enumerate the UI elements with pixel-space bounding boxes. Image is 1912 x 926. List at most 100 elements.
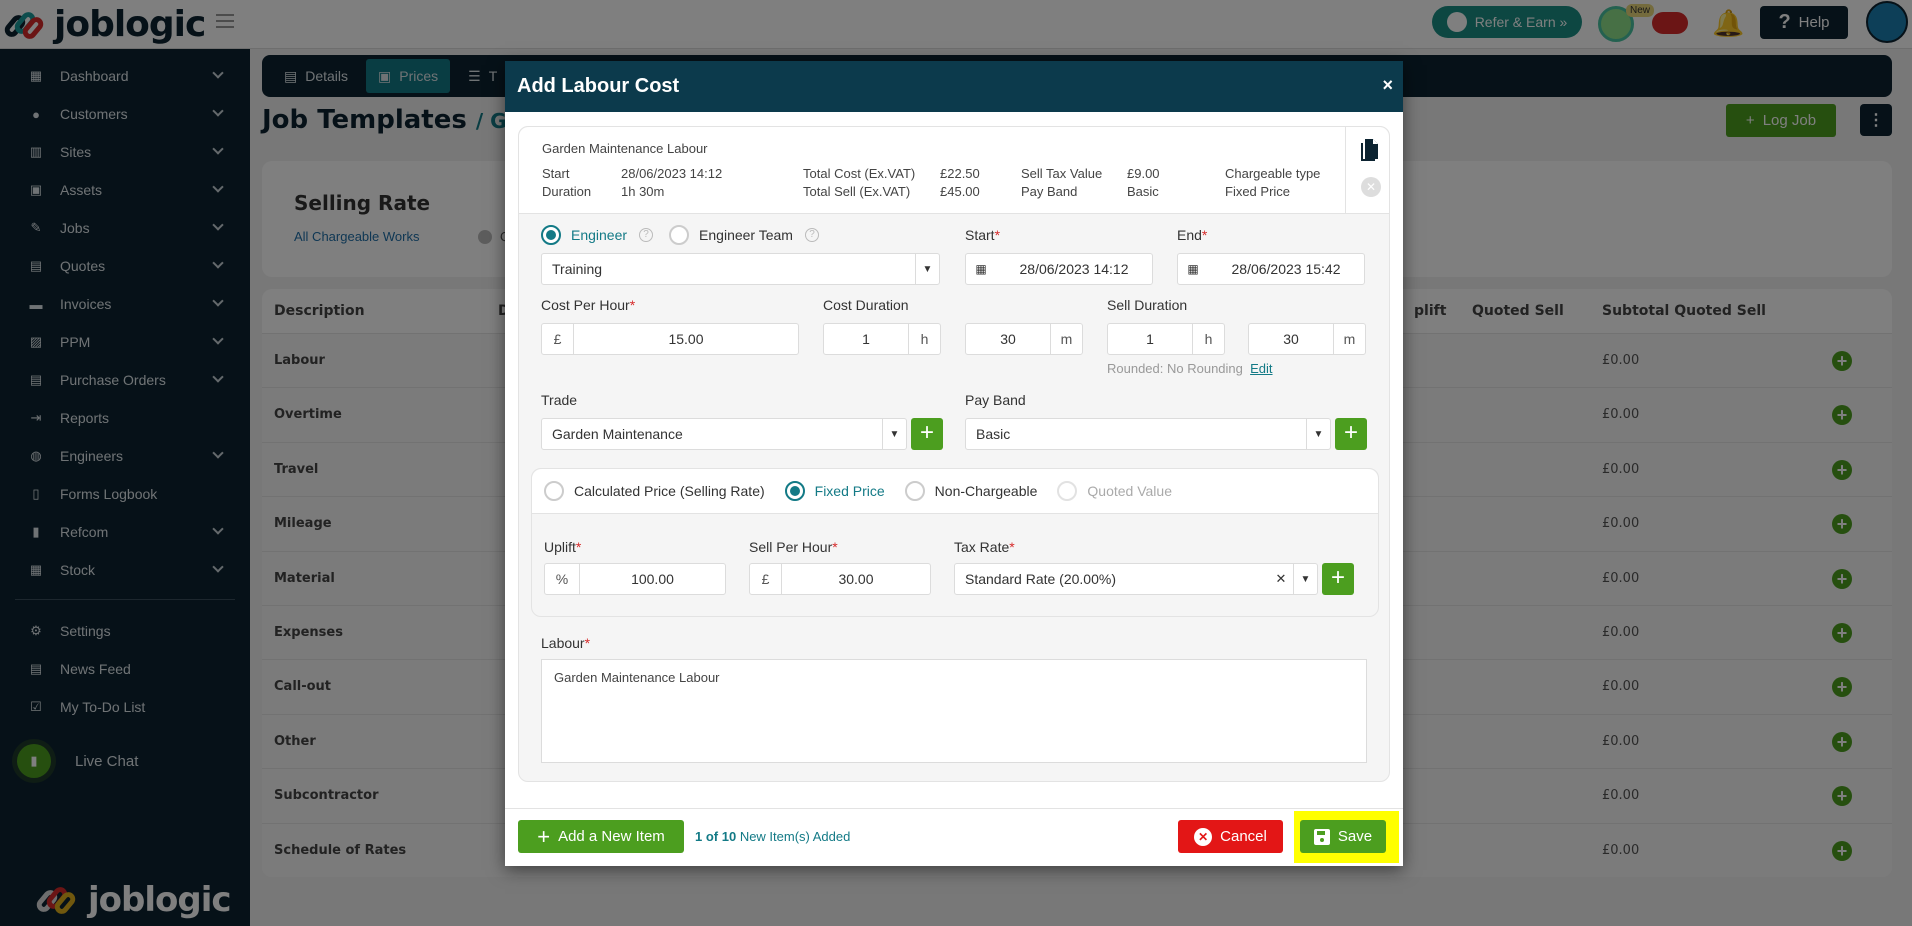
modal-footer: + Add a New Item 1 of 10 New Item(s) Add… [505,808,1403,866]
minutes-suffix: m [1333,324,1365,354]
end-label-text: End [1177,227,1202,243]
cost-minutes-value: 30 [1000,331,1016,347]
summary-total-sell-value: £45.00 [940,184,980,199]
trade-label: Trade [541,392,578,408]
chevron-down-icon: ▼ [1293,564,1317,594]
assign-type-radios: Engineer? Engineer Team? [541,225,819,245]
summary-duration-value: 1h 30m [621,184,665,199]
tax-rate-label: Tax Rate* [954,539,1015,555]
summary-duration-label: Duration [542,184,592,199]
pay-band-label: Pay Band [965,392,1026,408]
cost-per-hour-value: 15.00 [668,331,704,347]
add-new-item-label: Add a New Item [558,828,665,845]
close-icon[interactable]: × [1382,75,1393,96]
clear-icon[interactable]: ✕ [1269,571,1293,587]
chevron-down-icon: ▼ [915,254,939,284]
end-label: End* [1177,227,1208,243]
pricing-section: Calculated Price (Selling Rate) Fixed Pr… [531,468,1379,617]
items-added-status: 1 of 10 New Item(s) Added [695,829,850,844]
engineer-select-value: Training [552,261,603,277]
pricing-radio-group: Calculated Price (Selling Rate) Fixed Pr… [544,481,1172,501]
end-datetime-value: 28/06/2023 15:42 [1231,261,1341,277]
sell-hours-value: 1 [1146,331,1154,347]
summary-pay-band-label: Pay Band [1021,184,1078,199]
start-label-text: Start [965,227,995,243]
hours-suffix: h [1192,324,1224,354]
summary-chargeable-type-label: Chargeable type [1225,166,1321,181]
engineer-radio[interactable] [541,225,561,245]
start-label: Start* [965,227,1001,243]
add-tax-rate-button[interactable]: + [1322,563,1354,595]
add-new-item-button[interactable]: + Add a New Item [518,820,684,853]
sell-minutes-value: 30 [1283,331,1299,347]
cancel-button[interactable]: ✕ Cancel [1178,820,1283,853]
summary-name: Garden Maintenance Labour [542,141,708,156]
sell-per-hour-value: 30.00 [838,571,874,587]
sell-duration-label: Sell Duration [1107,297,1188,313]
rounding-info: Rounded: No Rounding Edit [1107,361,1273,376]
help-icon[interactable]: ? [639,228,654,242]
sell-per-hour-label: Sell Per Hour* [749,539,838,555]
sell-per-hour-input[interactable]: £ 30.00 [749,563,931,595]
summary-start-label: Start [542,166,570,181]
percent-prefix: % [545,564,580,594]
remove-icon[interactable]: ✕ [1361,177,1381,197]
help-icon[interactable]: ? [804,228,819,242]
end-datetime-input[interactable]: ▦ 28/06/2023 15:42 [1177,253,1365,285]
calendar-icon: ▦ [975,262,987,276]
cost-duration-label: Cost Duration [823,297,909,313]
edit-rounding-link[interactable]: Edit [1250,361,1272,376]
sell-duration-hours-input[interactable]: 1 h [1107,323,1225,355]
modal-title: Add Labour Cost [517,75,680,97]
fixed-price-radio[interactable] [784,481,805,501]
summary-sell-tax-label: Sell Tax Value [1021,166,1103,181]
calculated-price-radio[interactable] [544,481,564,501]
labour-summary: Garden Maintenance Labour Start 28/06/20… [519,127,1389,214]
start-datetime-value: 28/06/2023 14:12 [1019,261,1129,277]
tax-rate-value: Standard Rate (20.00%) [965,571,1116,587]
engineer-team-radio[interactable] [669,225,690,245]
uplift-input[interactable]: % 100.00 [544,563,726,595]
sell-duration-minutes-input[interactable]: 30 m [1248,323,1366,355]
start-datetime-input[interactable]: ▦ 28/06/2023 14:12 [965,253,1153,285]
pay-band-select[interactable]: Basic ▼ [965,418,1331,450]
cancel-label: Cancel [1220,828,1267,845]
trade-select[interactable]: Garden Maintenance ▼ [541,418,907,450]
cancel-circle-icon: ✕ [1194,827,1213,846]
cost-per-hour-input[interactable]: £ 15.00 [541,323,799,355]
quoted-value-radio[interactable] [1057,481,1078,501]
labour-label: Labour* [541,635,591,651]
pricing-type-radios: Calculated Price (Selling Rate) Fixed Pr… [532,469,1378,514]
engineer-select[interactable]: Training ▼ [541,253,940,285]
quoted-value-label: Quoted Value [1087,483,1172,499]
non-chargeable-radio[interactable] [904,481,925,501]
engineer-radio-label: Engineer [571,227,628,243]
save-button[interactable]: Save [1300,820,1386,853]
rounding-text: Rounded: No Rounding [1107,361,1243,376]
cost-per-hour-label-text: Cost Per Hour [541,297,630,313]
non-chargeable-label: Non-Chargeable [934,483,1038,499]
tax-rate-label-text: Tax Rate [954,539,1010,555]
cost-duration-minutes-input[interactable]: 30 m [965,323,1083,355]
copy-icon[interactable] [1359,139,1379,163]
chevron-down-icon: ▼ [1306,419,1330,449]
floppy-disk-icon [1313,828,1330,845]
labour-label-text: Labour [541,635,585,651]
add-pay-band-button[interactable]: + [1335,418,1367,450]
items-added-count: 1 of 10 [695,829,737,844]
summary-total-cost-value: £22.50 [940,166,980,181]
sell-per-hour-label-text: Sell Per Hour [749,539,833,555]
summary-total-cost-label: Total Cost (Ex.VAT) [803,166,916,181]
labour-description-textarea[interactable]: Garden Maintenance Labour [541,659,1367,763]
trade-value: Garden Maintenance [552,426,683,442]
add-trade-button[interactable]: + [911,418,943,450]
tax-rate-select[interactable]: Standard Rate (20.00%) ✕ ▼ [954,563,1318,595]
summary-chargeable-type-value: Fixed Price [1225,184,1291,199]
currency-prefix: £ [542,324,574,354]
summary-pay-band-value: Basic [1127,184,1159,199]
cost-duration-hours-input[interactable]: 1 h [823,323,941,355]
cost-hours-value: 1 [862,331,870,347]
currency-prefix: £ [750,564,782,594]
add-labour-cost-modal: Add Labour Cost × Garden Maintenance Lab… [505,61,1403,866]
uplift-label: Uplift* [544,539,582,555]
